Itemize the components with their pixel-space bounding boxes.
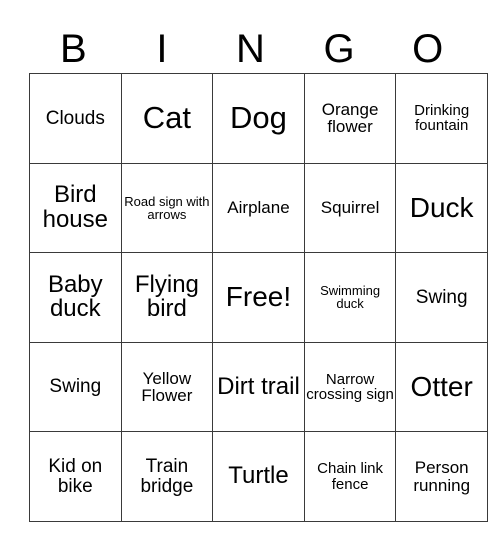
bingo-cell[interactable]: Train bridge <box>120 431 214 522</box>
bingo-cell[interactable]: Otter <box>395 341 488 433</box>
bingo-cell-label: Baby duck <box>47 271 103 323</box>
bingo-cell-label: Squirrel <box>320 198 380 218</box>
bingo-cell-label: Flying bird <box>134 271 199 323</box>
bingo-cell-label: Swimming duck <box>320 283 381 312</box>
header-letter-g: G <box>323 27 355 71</box>
bingo-cell[interactable]: Clouds <box>29 73 122 164</box>
bingo-cell-label: Yellow Flower <box>141 368 193 406</box>
bingo-grid: Clouds Cat Dog Orange flower Drinking fo… <box>29 73 488 522</box>
bingo-cell-label: Narrow crossing sign <box>306 370 394 404</box>
bingo-cell[interactable]: Kid on bike <box>29 431 122 522</box>
bingo-cell-label: Person running <box>413 458 471 495</box>
bingo-row: Baby duck Flying bird Free! Swimming duc… <box>29 252 488 343</box>
bingo-cell-label: Swing <box>415 286 468 308</box>
bingo-cell[interactable]: Road sign with arrows <box>120 162 214 254</box>
header-letter-b: B <box>59 27 87 71</box>
bingo-cell-label: Airplane <box>227 198 290 218</box>
bingo-cell-label: Dog <box>230 100 287 136</box>
bingo-cell[interactable]: Narrow crossing sign <box>303 341 397 433</box>
bingo-cell[interactable]: Orange flower <box>303 73 397 164</box>
bingo-cell[interactable]: Baby duck <box>29 252 122 343</box>
bingo-cell[interactable]: Swing <box>395 252 488 343</box>
bingo-card: B I N G O Clouds Cat Dog Orange flower D… <box>29 12 488 522</box>
bingo-cell-label: Train bridge <box>140 456 194 497</box>
header-letter-o: O <box>412 27 444 71</box>
header-letter-n: N <box>236 27 265 71</box>
bingo-cell[interactable]: Flying bird <box>120 252 214 343</box>
bingo-cell-label: Dirt trail <box>217 372 300 400</box>
bingo-cell[interactable]: Bird house <box>29 162 122 254</box>
bingo-cell-label: Road sign with arrows <box>124 193 210 222</box>
bingo-row: Swing Yellow Flower Dirt trail Narrow cr… <box>29 341 488 433</box>
bingo-row: Kid on bike Train bridge Turtle Chain li… <box>29 431 488 522</box>
bingo-cell-label: Drinking fountain <box>414 102 470 135</box>
bingo-header: B I N G O <box>29 12 472 73</box>
bingo-cell[interactable]: Airplane <box>212 162 305 254</box>
bingo-cell-label: Turtle <box>228 462 289 490</box>
header-letter-i: I <box>156 27 168 71</box>
bingo-cell[interactable]: Dirt trail <box>212 341 305 433</box>
bingo-cell-label: Clouds <box>45 107 105 129</box>
bingo-cell-label: Free! <box>225 281 292 313</box>
bingo-cell[interactable]: Person running <box>395 431 488 522</box>
bingo-cell[interactable]: Yellow Flower <box>120 341 214 433</box>
bingo-cell-label: Swing <box>49 376 102 398</box>
bingo-cell[interactable]: Chain link fence <box>303 431 397 522</box>
bingo-cell-label: Chain link fence <box>317 460 384 493</box>
bingo-cell[interactable]: Duck <box>395 162 488 254</box>
bingo-cell-label: Orange flower <box>321 99 379 137</box>
bingo-row: Bird house Road sign with arrows Airplan… <box>29 162 488 254</box>
bingo-cell[interactable]: Squirrel <box>303 162 397 254</box>
bingo-cell-label: Bird house <box>42 181 108 233</box>
bingo-cell[interactable]: Turtle <box>212 431 305 522</box>
bingo-cell-label: Otter <box>410 370 473 402</box>
bingo-cell[interactable]: Dog <box>212 73 305 164</box>
bingo-cell[interactable]: Swing <box>29 341 122 433</box>
bingo-row: Clouds Cat Dog Orange flower Drinking fo… <box>29 73 488 164</box>
bingo-cell-free[interactable]: Free! <box>212 252 305 343</box>
bingo-cell-label: Kid on bike <box>48 456 103 497</box>
bingo-cell[interactable]: Cat <box>120 73 214 164</box>
bingo-cell-label: Cat <box>142 100 192 136</box>
bingo-cell-label: Duck <box>409 191 474 223</box>
bingo-cell[interactable]: Swimming duck <box>303 252 397 343</box>
bingo-cell[interactable]: Drinking fountain <box>395 73 488 164</box>
